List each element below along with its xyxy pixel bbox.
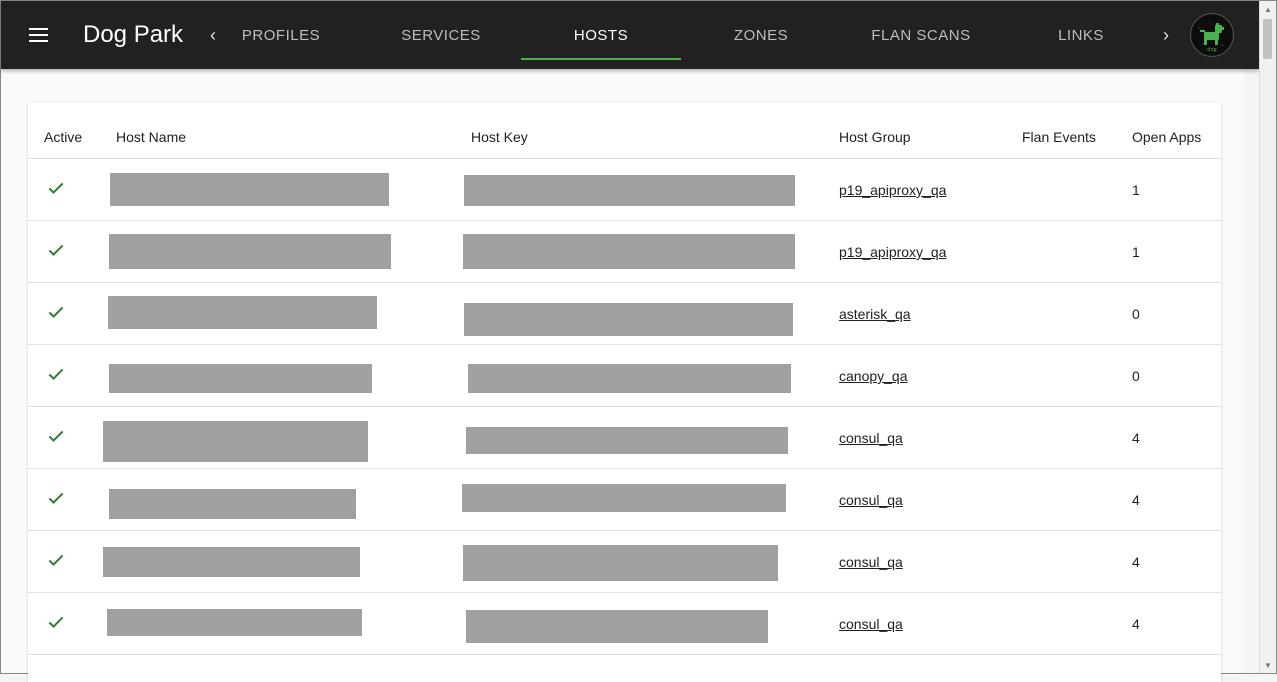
app-title: Dog Park bbox=[83, 21, 184, 48]
host-name-redacted bbox=[110, 173, 389, 206]
table-row[interactable]: consul_qa 4 bbox=[28, 531, 1221, 593]
scrollbar-thumb[interactable] bbox=[1263, 19, 1272, 59]
active-check-icon bbox=[48, 306, 64, 318]
host-group-link[interactable]: consul_qa bbox=[839, 554, 903, 570]
open-apps-count: 4 bbox=[1132, 616, 1140, 632]
table-row[interactable]: asterisk_qa 0 bbox=[28, 283, 1221, 345]
active-check-icon bbox=[48, 244, 64, 256]
table-row[interactable]: canopy_qa 0 bbox=[28, 345, 1221, 407]
scroll-up-icon[interactable]: ▲ bbox=[1260, 3, 1276, 17]
table-header-row: Active Host Name Host Key Host Group Fla… bbox=[28, 102, 1221, 159]
page-scrollbar[interactable]: ▲ ▼ bbox=[1259, 1, 1276, 673]
tab-links[interactable]: LINKS bbox=[1001, 1, 1161, 69]
tab-services[interactable]: SERVICES bbox=[361, 1, 521, 69]
active-check-icon bbox=[48, 554, 64, 566]
table-row[interactable]: consul_qa 4 bbox=[28, 593, 1221, 655]
table-row[interactable]: consul_qa 4 bbox=[28, 469, 1221, 531]
table-row[interactable]: consul_qa 4 bbox=[28, 407, 1221, 469]
column-header-host-key[interactable]: Host Key bbox=[471, 129, 528, 145]
open-apps-count: 1 bbox=[1132, 244, 1140, 260]
column-header-host-group[interactable]: Host Group bbox=[839, 129, 911, 145]
column-header-open-apps[interactable]: Open Apps bbox=[1132, 129, 1201, 145]
host-name-redacted bbox=[103, 547, 360, 577]
table-row[interactable]: p19_apiproxy_qa 1 bbox=[28, 221, 1221, 283]
app-bar: Dog Park ‹ PROFILES SERVICES HOSTS ZONES… bbox=[1, 1, 1260, 69]
host-key-redacted bbox=[466, 427, 788, 454]
active-check-icon bbox=[48, 182, 64, 194]
scroll-down-icon[interactable]: ▼ bbox=[1260, 659, 1276, 673]
tab-profiles[interactable]: PROFILES bbox=[201, 1, 361, 69]
host-name-redacted bbox=[107, 609, 362, 636]
host-key-redacted bbox=[464, 175, 795, 206]
active-tab-indicator bbox=[521, 58, 681, 60]
host-group-link[interactable]: asterisk_qa bbox=[839, 306, 911, 322]
tab-zones[interactable]: ZONES bbox=[681, 1, 841, 69]
host-name-redacted bbox=[109, 364, 372, 393]
tab-flan-scans[interactable]: FLAN SCANS bbox=[841, 1, 1001, 69]
active-check-icon bbox=[48, 368, 64, 380]
open-apps-count: 0 bbox=[1132, 368, 1140, 384]
active-check-icon bbox=[48, 430, 64, 442]
host-name-redacted bbox=[109, 234, 391, 269]
host-name-redacted bbox=[103, 421, 368, 462]
column-header-flan-events[interactable]: Flan Events bbox=[1022, 129, 1096, 145]
host-group-link[interactable]: consul_qa bbox=[839, 430, 903, 446]
open-apps-count: 0 bbox=[1132, 306, 1140, 322]
column-header-host-name[interactable]: Host Name bbox=[116, 129, 186, 145]
dog-logo-icon[interactable]: dog bbox=[1190, 13, 1234, 57]
host-key-redacted bbox=[463, 545, 778, 581]
menu-icon[interactable] bbox=[29, 28, 48, 42]
column-header-active[interactable]: Active bbox=[44, 129, 82, 145]
host-name-redacted bbox=[108, 296, 377, 329]
host-group-link[interactable]: consul_qa bbox=[839, 492, 903, 508]
host-name-redacted bbox=[109, 489, 356, 519]
open-apps-count: 1 bbox=[1132, 182, 1140, 198]
tabs-scroll-right-icon[interactable]: › bbox=[1158, 25, 1174, 45]
open-apps-count: 4 bbox=[1132, 492, 1140, 508]
active-check-icon bbox=[48, 492, 64, 504]
host-group-link[interactable]: consul_qa bbox=[839, 616, 903, 632]
host-group-link[interactable]: p19_apiproxy_qa bbox=[839, 182, 946, 198]
active-check-icon bbox=[48, 616, 64, 628]
host-group-link[interactable]: canopy_qa bbox=[839, 368, 908, 384]
host-key-redacted bbox=[464, 303, 793, 336]
host-group-link[interactable]: p19_apiproxy_qa bbox=[839, 244, 946, 260]
host-key-redacted bbox=[463, 234, 795, 269]
host-key-redacted bbox=[468, 364, 791, 393]
host-key-redacted bbox=[462, 484, 786, 512]
svg-text:dog: dog bbox=[1207, 47, 1216, 53]
open-apps-count: 4 bbox=[1132, 554, 1140, 570]
open-apps-count: 4 bbox=[1132, 430, 1140, 446]
table-row[interactable]: p19_apiproxy_qa 1 bbox=[28, 159, 1221, 221]
host-key-redacted bbox=[466, 610, 768, 643]
hosts-table-card: Active Host Name Host Key Host Group Fla… bbox=[28, 102, 1221, 682]
